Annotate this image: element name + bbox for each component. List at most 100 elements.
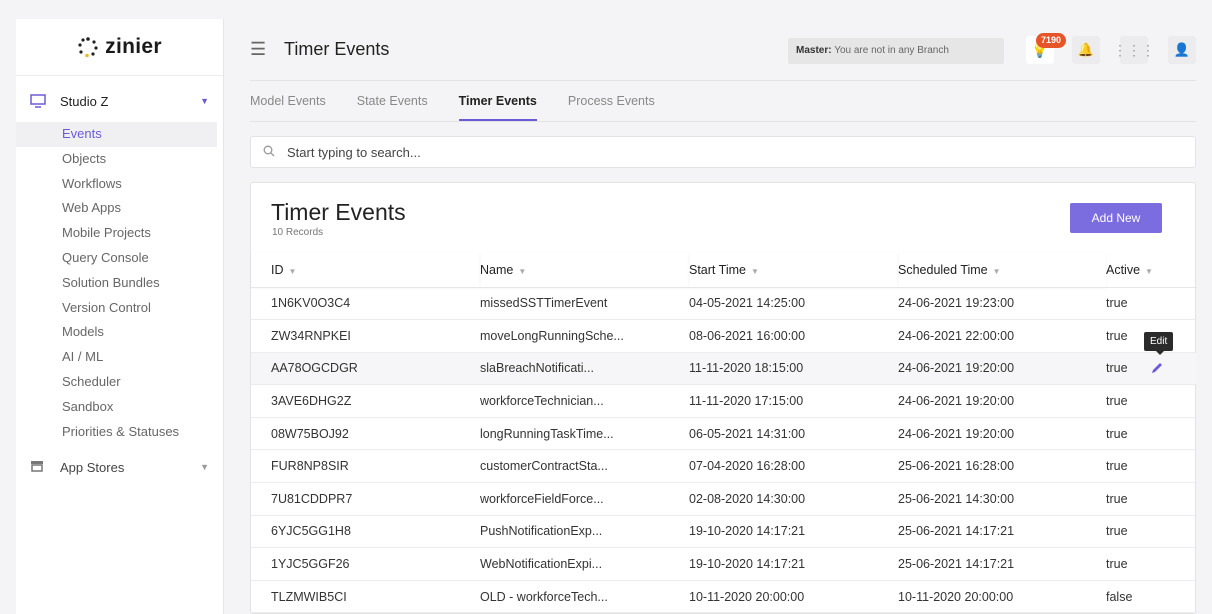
cell-scheduled-time: 10-11-2020 20:00:00 — [898, 580, 1106, 614]
cell-scheduled-time: 24-06-2021 22:00:00 — [898, 319, 1106, 353]
logo[interactable]: zinier — [16, 19, 223, 76]
sidebar-item-scheduler[interactable]: Scheduler — [16, 370, 217, 395]
sidebar-item-objects[interactable]: Objects — [16, 147, 217, 172]
events-table: ID ▼ Name ▼ Start Time ▼ Scheduled Time ▼ Ac… — [251, 253, 1197, 614]
table-body: 1N6KV0O3C4 missedSSTTimerEvent 04-05-202… — [251, 287, 1197, 614]
search-icon — [263, 145, 279, 160]
cell-scheduled-time: 25-06-2021 16:28:00 — [898, 449, 1106, 484]
cell-name: PushNotificationExp... — [480, 515, 689, 549]
sidebar-item-priorities-statuses[interactable]: Priorities & Statuses — [16, 420, 217, 445]
bell-button[interactable]: 🔔 — [1072, 36, 1100, 64]
cell-id: 08W75BOJ92 — [251, 417, 480, 451]
cell-scheduled-time: 25-06-2021 14:30:00 — [898, 482, 1106, 516]
event-tabs: Model Events State Events Timer Events P… — [250, 82, 1196, 122]
user-icon: 👤 — [1173, 42, 1191, 57]
cell-name: longRunningTaskTime... — [480, 417, 689, 451]
sidebar-item-events[interactable]: Events — [16, 122, 217, 147]
table-row[interactable]: TLZMWIB5CI OLD - workforceTech... 10-11-… — [251, 580, 1197, 614]
edit-tooltip: Edit — [1144, 332, 1174, 355]
branch-text: You are not in any Branch — [834, 45, 949, 56]
studio-z-toggle[interactable]: Studio Z ▼ — [16, 82, 223, 120]
cell-start-time: 19-10-2020 14:17:21 — [689, 515, 898, 549]
apps-grid-button[interactable]: ⋮⋮⋮ — [1113, 36, 1155, 64]
column-header-scheduled-time[interactable]: Scheduled Time ▼ — [898, 253, 1106, 288]
cell-name: slaBreachNotificati... — [480, 352, 689, 386]
branch-indicator[interactable]: Master: You are not in any Branch — [788, 38, 1004, 64]
sidebar-item-query-console[interactable]: Query Console — [16, 246, 217, 271]
table-row[interactable]: 7U81CDDPR7 workforceFieldForce... 02-08-… — [251, 482, 1197, 516]
edit-pencil-icon[interactable] — [1150, 361, 1164, 378]
tab-state-events[interactable]: State Events — [357, 82, 428, 121]
caret-down-icon: ▼ — [200, 96, 209, 106]
cell-start-time: 10-11-2020 20:00:00 — [689, 580, 898, 614]
sidebar-nav: Events Objects Workflows Web Apps Mobile… — [16, 122, 223, 444]
column-label: Scheduled Time — [898, 262, 988, 277]
cell-active: true — [1106, 547, 1197, 581]
grid-icon: ⋮⋮⋮ — [1113, 41, 1155, 58]
add-new-button[interactable]: Add New — [1070, 203, 1162, 233]
table-row[interactable]: FUR8NP8SIR customerContractSta... 07-04-… — [251, 449, 1197, 484]
cell-scheduled-time: 24-06-2021 19:20:00 — [898, 384, 1106, 418]
table-row[interactable]: 6YJC5GG1H8 PushNotificationExp... 19-10-… — [251, 515, 1197, 549]
studio-z-label: Studio Z — [60, 93, 109, 109]
user-avatar-button[interactable]: 👤 — [1168, 36, 1196, 64]
tab-timer-events[interactable]: Timer Events — [458, 82, 538, 121]
cell-id: 7U81CDDPR7 — [251, 482, 480, 516]
timer-events-card: Timer Events 10 Records Add New ID ▼ Name… — [250, 182, 1197, 614]
cell-active: true — [1106, 482, 1197, 516]
column-header-start-time[interactable]: Start Time ▼ — [689, 253, 898, 288]
table-row[interactable]: 08W75BOJ92 longRunningTaskTime... 06-05-… — [251, 417, 1197, 451]
sidebar-item-solution-bundles[interactable]: Solution Bundles — [16, 271, 217, 296]
sidebar-item-sandbox[interactable]: Sandbox — [16, 395, 217, 420]
records-count: 10 Records — [272, 227, 324, 238]
cell-start-time: 06-05-2021 14:31:00 — [689, 417, 898, 451]
cell-name: workforceTechnician... — [480, 384, 689, 418]
cell-scheduled-time: 25-06-2021 14:17:21 — [898, 515, 1106, 549]
app-stores-toggle[interactable]: App Stores ▼ — [16, 448, 223, 486]
notification-count-badge: 7190 — [1036, 33, 1067, 48]
cell-start-time: 07-04-2020 16:28:00 — [689, 449, 898, 484]
sidebar-item-web-apps[interactable]: Web Apps — [16, 196, 217, 221]
sidebar-item-mobile-projects[interactable]: Mobile Projects — [16, 221, 217, 246]
cell-id: TLZMWIB5CI — [251, 580, 480, 614]
sort-icon: ▼ — [750, 266, 759, 276]
table-row[interactable]: 3AVE6DHG2Z workforceTechnician... 11-11-… — [251, 384, 1197, 418]
column-header-name[interactable]: Name ▼ — [480, 253, 689, 288]
table-row[interactable]: AA78OGCDGR slaBreachNotificati... 11-11-… — [251, 352, 1197, 386]
cell-id: 6YJC5GG1H8 — [251, 515, 480, 549]
column-header-id[interactable]: ID ▼ — [251, 253, 480, 288]
sidebar: zinier Studio Z ▼ Events Objects Workflo… — [16, 19, 224, 614]
page-title: Timer Events — [284, 39, 390, 59]
cell-name: customerContractSta... — [480, 449, 689, 484]
cell-start-time: 19-10-2020 14:17:21 — [689, 547, 898, 581]
tab-process-events[interactable]: Process Events — [568, 82, 655, 121]
sidebar-item-models[interactable]: Models — [16, 320, 217, 345]
sort-icon: ▼ — [1145, 266, 1153, 276]
cell-scheduled-time: 24-06-2021 19:20:00 — [898, 417, 1106, 451]
table-row[interactable]: 1YJC5GGF26 WebNotificationExpi... 19-10-… — [251, 547, 1197, 581]
column-label: ID — [271, 262, 284, 277]
search-input[interactable] — [287, 144, 1167, 160]
cell-active-with-edit: true — [1106, 352, 1197, 386]
cell-active: true — [1106, 515, 1197, 549]
sort-icon: ▼ — [992, 266, 1001, 276]
cell-id: 3AVE6DHG2Z — [251, 384, 480, 418]
table-row[interactable]: ZW34RNPKEI moveLongRunningSche... 08-06-… — [251, 319, 1197, 353]
sidebar-item-version-control[interactable]: Version Control — [16, 296, 217, 321]
cell-active: true — [1106, 384, 1197, 418]
sort-icon: ▼ — [288, 266, 297, 276]
tab-model-events[interactable]: Model Events — [250, 82, 326, 121]
sidebar-item-ai-ml[interactable]: AI / ML — [16, 345, 217, 370]
cell-name: WebNotificationExpi... — [480, 547, 689, 581]
sort-icon: ▼ — [518, 266, 527, 276]
cell-id: ZW34RNPKEI — [251, 319, 480, 353]
cell-name: workforceFieldForce... — [480, 482, 689, 516]
hamburger-menu-icon[interactable]: ☰ — [250, 39, 272, 60]
column-label: Name — [480, 262, 514, 277]
sidebar-item-workflows[interactable]: Workflows — [16, 172, 217, 197]
table-header-row: ID ▼ Name ▼ Start Time ▼ Scheduled Time ▼ Ac… — [251, 253, 1197, 288]
column-header-active[interactable]: Active ▼ — [1106, 253, 1197, 288]
cell-name: moveLongRunningSche... — [480, 319, 689, 353]
cell-start-time: 11-11-2020 18:15:00 — [689, 352, 898, 386]
table-row[interactable]: 1N6KV0O3C4 missedSSTTimerEvent 04-05-202… — [251, 287, 1197, 321]
